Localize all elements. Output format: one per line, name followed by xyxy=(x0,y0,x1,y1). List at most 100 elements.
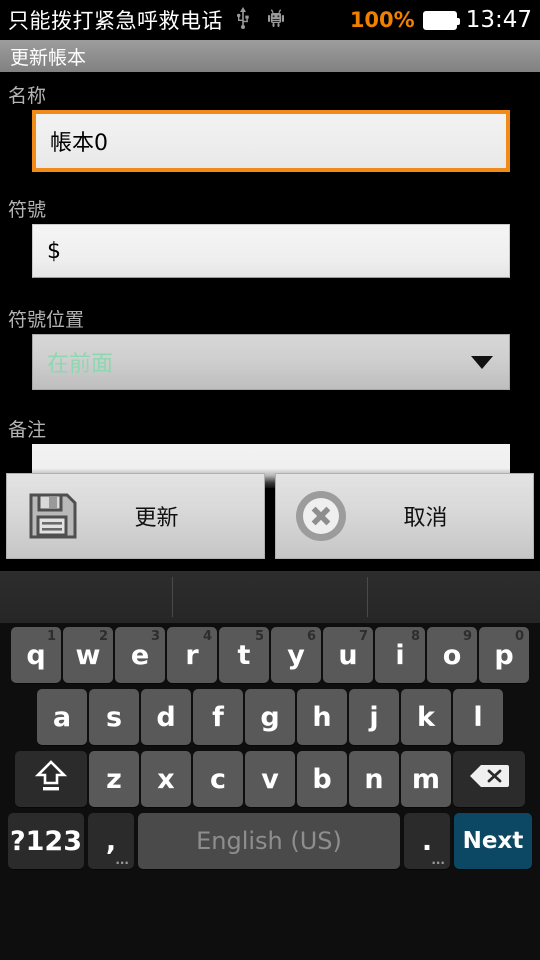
key-u-hint: 7 xyxy=(358,629,368,644)
key-e-label: e xyxy=(130,639,150,671)
suggestion-strip[interactable] xyxy=(0,571,540,623)
key-space-label: English (US) xyxy=(196,827,342,855)
update-button-label: 更新 xyxy=(134,506,179,531)
status-bar: 只能拨打紧急呼救电话 100% 13:47 xyxy=(0,0,540,40)
key-w-label: w xyxy=(75,639,101,671)
key-symbols[interactable]: ?123 xyxy=(8,813,84,869)
symbol-field-wrap: $ xyxy=(0,224,540,278)
battery-full-icon xyxy=(422,10,460,30)
name-input-value: 帳本0 xyxy=(50,131,108,156)
keyboard-row-3: z x c v b n m xyxy=(0,745,540,807)
key-j-label: j xyxy=(369,701,379,733)
carrier-status-text: 只能拨打紧急呼救电话 xyxy=(8,9,223,33)
key-b-label: b xyxy=(312,763,332,795)
key-y-label: y xyxy=(287,639,305,671)
key-q-label: q xyxy=(26,639,46,671)
update-button[interactable]: 更新 xyxy=(6,473,265,559)
key-p[interactable]: 0p xyxy=(479,627,529,683)
key-l[interactable]: l xyxy=(453,689,503,745)
key-f[interactable]: f xyxy=(193,689,243,745)
key-d-label: d xyxy=(156,701,176,733)
key-z-label: z xyxy=(106,763,122,795)
page-title: 更新帳本 xyxy=(10,46,87,69)
cancel-button-label: 取消 xyxy=(403,506,448,531)
chevron-down-icon xyxy=(471,355,493,369)
key-comma-sub: ... xyxy=(115,853,129,867)
key-s[interactable]: s xyxy=(89,689,139,745)
key-w-hint: 2 xyxy=(98,629,108,644)
key-period[interactable]: . ... xyxy=(404,813,450,869)
key-i-hint: 8 xyxy=(410,629,420,644)
symbol-label: 符號 xyxy=(8,199,47,221)
symbol-input-value: $ xyxy=(47,238,61,264)
symbol-position-spinner[interactable]: 在前面 xyxy=(32,334,510,390)
key-k-label: k xyxy=(417,701,435,733)
usb-icon xyxy=(235,7,251,33)
name-input[interactable]: 帳本0 xyxy=(32,110,510,172)
key-l-label: l xyxy=(473,701,483,733)
key-g-label: g xyxy=(260,701,280,733)
key-t-hint: 5 xyxy=(254,629,264,644)
key-n[interactable]: n xyxy=(349,751,399,807)
key-u[interactable]: 7u xyxy=(323,627,373,683)
key-period-sub: ... xyxy=(431,853,445,867)
key-c[interactable]: c xyxy=(193,751,243,807)
key-r[interactable]: 4r xyxy=(167,627,217,683)
shift-caps-icon xyxy=(34,758,68,801)
key-a[interactable]: a xyxy=(37,689,87,745)
key-e-hint: 3 xyxy=(150,629,160,644)
backspace-icon xyxy=(468,762,510,797)
battery-percent-label: 100% xyxy=(349,8,415,32)
key-o[interactable]: 9o xyxy=(427,627,477,683)
key-w[interactable]: 2w xyxy=(63,627,113,683)
note-label: 备注 xyxy=(8,419,47,441)
save-floppy-icon xyxy=(21,489,83,543)
key-g[interactable]: g xyxy=(245,689,295,745)
key-o-hint: 9 xyxy=(462,629,472,644)
key-v[interactable]: v xyxy=(245,751,295,807)
key-d[interactable]: d xyxy=(141,689,191,745)
key-enter-next[interactable]: Next xyxy=(454,813,532,869)
key-j[interactable]: j xyxy=(349,689,399,745)
soft-keyboard: 1q 2w 3e 4r 5t 6y 7u 8i 9o 0p a s d f g … xyxy=(0,571,540,960)
suggestion-divider-1 xyxy=(172,577,173,617)
symbol-input[interactable]: $ xyxy=(32,224,510,278)
key-comma-label: , xyxy=(105,825,117,857)
key-a-label: a xyxy=(52,701,72,733)
key-x[interactable]: x xyxy=(141,751,191,807)
key-t[interactable]: 5t xyxy=(219,627,269,683)
key-p-label: p xyxy=(494,639,514,671)
suggestion-divider-2 xyxy=(367,577,368,617)
key-symbols-label: ?123 xyxy=(9,825,83,857)
ledger-form: 名称 帳本0 符號 $ 符號位置 在前面 备注 xyxy=(0,76,540,488)
key-b[interactable]: b xyxy=(297,751,347,807)
key-o-label: o xyxy=(442,639,462,671)
key-y-hint: 6 xyxy=(306,629,316,644)
key-enter-next-label: Next xyxy=(462,828,524,854)
action-button-bar: 更新 取消 xyxy=(0,473,540,559)
field-group-symbol: 符號 $ xyxy=(0,190,540,278)
key-q[interactable]: 1q xyxy=(11,627,61,683)
key-f-label: f xyxy=(212,701,224,733)
key-i-label: i xyxy=(395,639,405,671)
key-y[interactable]: 6y xyxy=(271,627,321,683)
key-backspace[interactable] xyxy=(453,751,525,807)
key-z[interactable]: z xyxy=(89,751,139,807)
cancel-button[interactable]: 取消 xyxy=(275,473,534,559)
key-comma[interactable]: , ... xyxy=(88,813,134,869)
key-e[interactable]: 3e xyxy=(115,627,165,683)
symbol-position-field-wrap: 在前面 xyxy=(0,334,540,390)
key-r-hint: 4 xyxy=(202,629,212,644)
field-group-name: 名称 帳本0 xyxy=(0,76,540,172)
key-c-label: c xyxy=(209,763,226,795)
key-space[interactable]: English (US) xyxy=(138,813,400,869)
key-m[interactable]: m xyxy=(401,751,451,807)
status-clock: 13:47 xyxy=(465,7,532,33)
key-h[interactable]: h xyxy=(297,689,347,745)
key-i[interactable]: 8i xyxy=(375,627,425,683)
key-k[interactable]: k xyxy=(401,689,451,745)
keyboard-row-1: 1q 2w 3e 4r 5t 6y 7u 8i 9o 0p xyxy=(0,623,540,683)
field-group-symbol-position: 符號位置 在前面 xyxy=(0,300,540,390)
key-v-label: v xyxy=(261,763,279,795)
key-shift[interactable] xyxy=(15,751,87,807)
